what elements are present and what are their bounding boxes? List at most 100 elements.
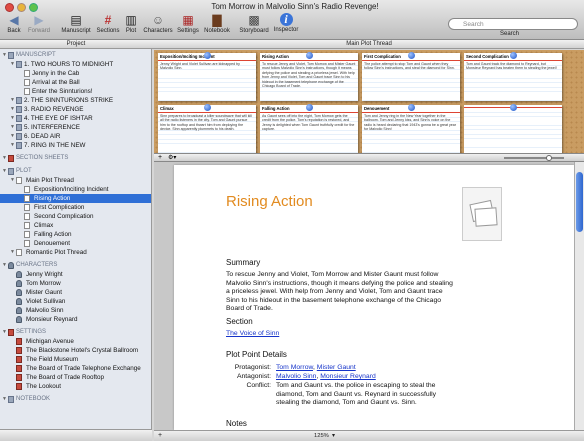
index-card[interactable]: Climax Sinn prepares to broadcast a kille… — [158, 105, 256, 153]
zoom-level[interactable]: 125% — [314, 433, 329, 439]
sidebar-item-manuscript[interactable]: ▼ 1. TWO HOURS TO MIDNIGHT — [0, 60, 151, 69]
disclosure-triangle-icon[interactable]: ▼ — [10, 248, 15, 257]
manuscript-button[interactable]: ▤ Manuscript — [58, 13, 94, 34]
sidebar-item-manuscript[interactable]: ▼ 6. DEAD AIR — [0, 132, 151, 141]
sidebar-item-setting[interactable]: The Field Museum — [0, 355, 151, 364]
card-text: The police attempt to stop Tom and Gaunt… — [362, 61, 460, 101]
sidebar-item-plot[interactable]: ▼ Main Plot Thread — [0, 176, 151, 185]
sidebar-item-label: 1. TWO HOURS TO MIDNIGHT — [24, 61, 114, 68]
protagonist-value: Tom Morrow, Mister Gaunt — [276, 364, 356, 371]
index-card[interactable]: Second Complication Tom and Gaunt track t… — [464, 53, 562, 101]
document-scrollbar[interactable] — [574, 162, 584, 430]
disclosure-triangle-icon[interactable]: ▼ — [10, 141, 15, 150]
sidebar-item-plot[interactable]: Denouement — [0, 239, 151, 248]
minimize-window-button[interactable] — [17, 3, 26, 12]
disclosure-triangle-icon[interactable]: ▼ — [2, 328, 7, 337]
notebook-button[interactable]: ▇ Notebook — [202, 13, 232, 34]
antagonist-link[interactable]: Monsieur Reynard — [320, 373, 376, 380]
index-card[interactable] — [464, 105, 562, 153]
sidebar-item-manuscript[interactable]: Jenny in the Cab — [0, 69, 151, 78]
add-icon[interactable]: + — [158, 432, 162, 439]
sidebar-item-setting[interactable]: The Board of Trade Telephone Exchange — [0, 364, 151, 373]
sidebar-item-plot[interactable]: Second Complication — [0, 212, 151, 221]
chevron-down-icon[interactable]: ▾ — [332, 432, 335, 439]
sections-button[interactable]: # Sections — [94, 13, 122, 34]
settings-button[interactable]: ▦ Settings — [175, 13, 201, 34]
close-window-button[interactable] — [5, 3, 14, 12]
index-card[interactable]: Denouement Tom and Jenny ring in the New … — [362, 105, 460, 153]
plot-button[interactable]: ▥ Plot — [122, 13, 140, 34]
disclosure-triangle-icon[interactable]: ▼ — [10, 176, 15, 185]
sidebar-item-manuscript[interactable]: ▼ 7. RING IN THE NEW — [0, 141, 151, 150]
index-card[interactable]: Falling Action As Gaunt sees off into the… — [260, 105, 358, 153]
sidebar-item-manuscript[interactable]: ▼ 3. RADIO REVENGE — [0, 105, 151, 114]
document-image-placeholder[interactable] — [462, 187, 502, 241]
card-text: As Gaunt sees off into the night, Tom Mo… — [260, 113, 358, 153]
sidebar-item-setting[interactable]: The Blackstone Hotel's Crystal Ballroom — [0, 346, 151, 355]
back-button[interactable]: ◀ Back — [4, 13, 24, 34]
stage-curtain-icon: ▦ — [182, 13, 194, 27]
zoom-slider[interactable] — [504, 157, 564, 159]
disclosure-triangle-icon[interactable]: ▼ — [10, 96, 15, 105]
sidebar-section-plot: ▼ PLOT — [0, 167, 151, 176]
sidebar-item-manuscript[interactable]: ▼ 2. THE SINNTURIONS STRIKE — [0, 96, 151, 105]
index-card[interactable]: First Complication The police attempt to … — [362, 53, 460, 101]
disclosure-triangle-icon[interactable]: ▼ — [10, 60, 15, 69]
sidebar-item-plot[interactable]: ▼ Romantic Plot Thread — [0, 248, 151, 257]
pushpin-icon — [510, 104, 517, 111]
sidebar-section-sheets[interactable]: ▼ SECTION SHEETS — [0, 154, 151, 163]
disclosure-triangle-icon[interactable]: ▼ — [2, 167, 7, 176]
sidebar-item-manuscript[interactable]: Enter the Sinnturions! — [0, 87, 151, 96]
disclosure-triangle-icon[interactable]: ▼ — [10, 105, 15, 114]
scrollbar-thumb[interactable] — [576, 172, 583, 232]
sidebar-item-plot[interactable]: First Complication — [0, 203, 151, 212]
characters-button[interactable]: ☺ Characters — [142, 13, 174, 34]
zoom-slider-knob[interactable] — [546, 155, 552, 161]
search-input[interactable]: Search — [448, 18, 578, 30]
sidebar-item-character[interactable]: Tom Morrow — [0, 279, 151, 288]
disclosure-triangle-icon[interactable]: ▼ — [2, 395, 7, 404]
disclosure-triangle-icon[interactable]: ▼ — [2, 154, 7, 163]
sidebar-item-setting[interactable]: The Lookout — [0, 382, 151, 391]
antagonist-link[interactable]: Malvolio Sinn — [276, 373, 316, 380]
sidebar-item-setting[interactable]: Michigan Avenue — [0, 337, 151, 346]
inspector-button[interactable]: i Inspector — [272, 13, 300, 34]
forward-button[interactable]: ▶ Forward — [26, 13, 52, 34]
sidebar-item-setting[interactable]: The Board of Trade Rooftop — [0, 373, 151, 382]
storyboard-button[interactable]: ▩ Storyboard — [237, 13, 271, 34]
disclosure-triangle-icon[interactable]: ▼ — [10, 114, 15, 123]
sidebar-item-character[interactable]: Violet Sullivan — [0, 297, 151, 306]
sidebar-item-plot[interactable]: Climax — [0, 221, 151, 230]
sidebar-item-label: Rising Action — [34, 195, 71, 202]
gear-icon[interactable]: ⚙▾ — [168, 154, 176, 161]
folder-icon — [16, 133, 22, 140]
sidebar-item-character[interactable]: Jenny Wright — [0, 270, 151, 279]
protagonist-link[interactable]: Tom Morrow — [276, 364, 313, 371]
sidebar-item-plot[interactable]: Falling Action — [0, 230, 151, 239]
sidebar-item-plot[interactable]: Exposition/Inciting Incident — [0, 185, 151, 194]
sidebar-item-label: SECTION SHEETS — [16, 155, 69, 161]
conflict-label: Conflict: — [246, 382, 271, 389]
antagonist-value: Malvolio Sinn, Monsieur Reynard — [276, 373, 376, 380]
zoom-window-button[interactable] — [29, 3, 38, 12]
sidebar-item-manuscript[interactable]: ▼ 4. THE EYE OF ISHTAR — [0, 114, 151, 123]
sidebar-item-character[interactable]: Malvolio Sinn — [0, 306, 151, 315]
disclosure-triangle-icon[interactable]: ▼ — [2, 51, 7, 60]
sidebar-item-manuscript[interactable]: ▼ 5. INTERFERENCE — [0, 123, 151, 132]
index-card[interactable]: Exposition/Inciting Incident Jenny Wright… — [158, 53, 256, 101]
section-link[interactable]: The Voice of Sinn — [226, 330, 279, 339]
disclosure-triangle-icon[interactable]: ▼ — [10, 132, 15, 141]
index-card[interactable]: Rising Action To rescue Jenny and Violet,… — [260, 53, 358, 101]
document-icon — [16, 177, 22, 184]
sidebar-item-character[interactable]: Monsieur Reynard — [0, 315, 151, 324]
protagonist-link[interactable]: Mister Gaunt — [317, 364, 356, 371]
add-icon[interactable]: + — [158, 154, 162, 161]
sidebar-item-manuscript[interactable]: Arrival at the Ball — [0, 78, 151, 87]
disclosure-triangle-icon[interactable]: ▼ — [10, 123, 15, 132]
sidebar-item-label: Climax — [34, 222, 54, 229]
forward-arrow-icon: ▶ — [34, 13, 44, 27]
sidebar-item-character[interactable]: Mister Gaunt — [0, 288, 151, 297]
plot-details-heading: Plot Point Details — [226, 350, 287, 359]
sidebar-item-plot[interactable]: Rising Action — [0, 194, 151, 203]
disclosure-triangle-icon[interactable]: ▼ — [2, 261, 7, 270]
